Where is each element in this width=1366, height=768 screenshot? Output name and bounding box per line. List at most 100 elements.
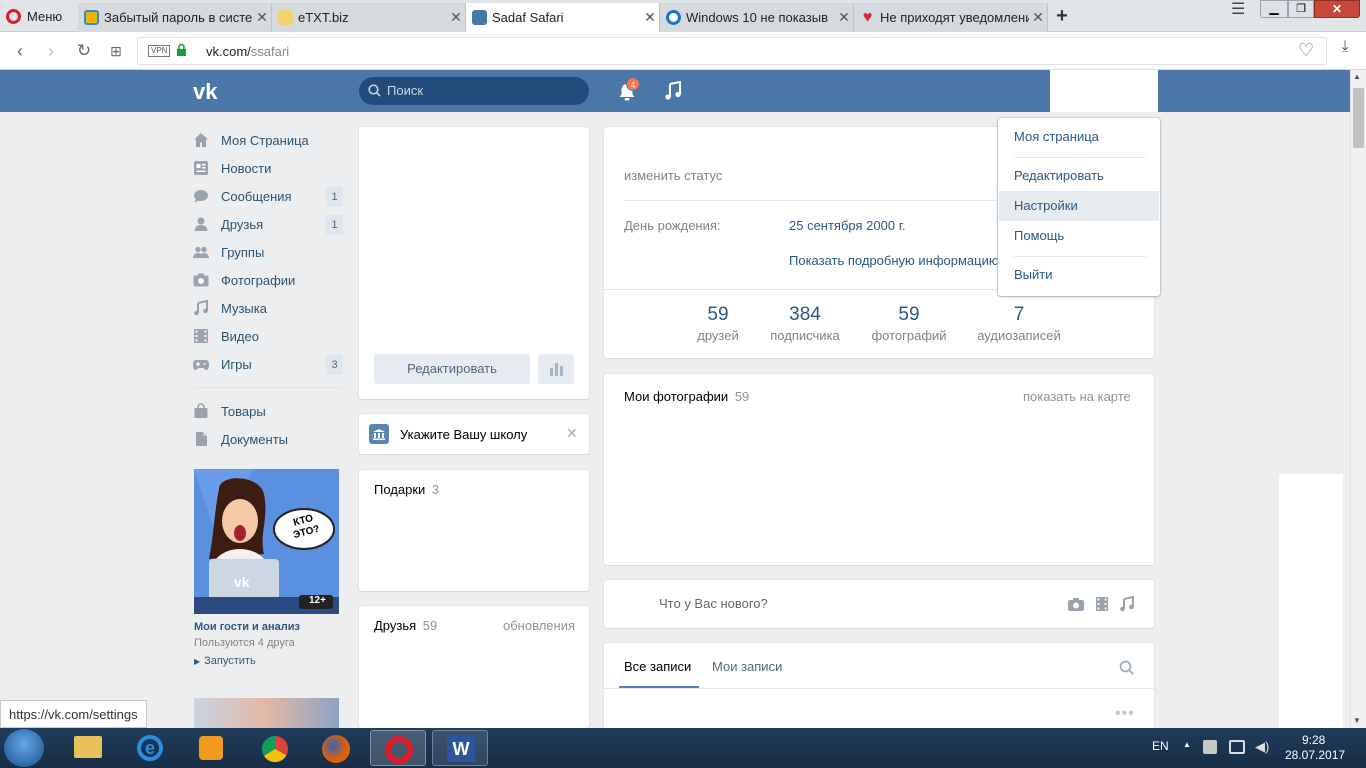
bookmark-heart-icon[interactable]: ♡	[1298, 40, 1314, 61]
page-scrollbar[interactable]: ▲ ▼	[1350, 70, 1366, 730]
attach-audio-icon[interactable]	[1119, 595, 1135, 615]
gifts-card[interactable]: Подарки 3	[359, 470, 589, 591]
attach-photo-icon[interactable]	[1067, 596, 1085, 615]
sidebar-item-goods[interactable]: Товары	[193, 400, 343, 422]
network-icon[interactable]	[1229, 740, 1245, 754]
ad-title[interactable]: Мои гости и анализ	[194, 621, 300, 633]
dropdown-divider	[1014, 256, 1146, 257]
edit-profile-button[interactable]: Редактировать	[374, 354, 530, 384]
download-icon[interactable]: ⤓	[1336, 38, 1354, 58]
sidebar-item-label: Моя Страница	[221, 132, 309, 148]
tab-my-posts[interactable]: Мои записи	[712, 659, 782, 674]
word-taskbar-icon[interactable]: W	[432, 730, 488, 766]
close-tab-icon[interactable]: ✕	[1029, 9, 1047, 26]
stat-audio[interactable]: 7 аудиозаписей	[971, 304, 1067, 343]
photos-header[interactable]: Мои фотографии 59	[624, 389, 749, 404]
ad-launch-link[interactable]: ▶ Запустить	[194, 655, 256, 667]
clock-date[interactable]: 28.07.2017	[1285, 748, 1345, 762]
scroll-down-arrow-icon[interactable]: ▼	[1353, 716, 1361, 725]
site-favicon-icon	[666, 10, 681, 25]
chrome-taskbar-icon[interactable]	[247, 730, 303, 766]
forward-icon[interactable]: ›	[40, 40, 62, 62]
status-placeholder[interactable]: изменить статус	[624, 168, 722, 183]
opera-taskbar-icon[interactable]	[370, 730, 426, 766]
new-tab-plus-icon[interactable]: +	[1052, 4, 1072, 28]
vpn-badge[interactable]: VPN	[148, 45, 171, 57]
scroll-thumb[interactable]	[1353, 88, 1364, 148]
action-center-flag-icon[interactable]	[1203, 740, 1217, 754]
sidebar-item-my-page[interactable]: Моя Страница	[193, 129, 343, 151]
windows-taskbar: e W EN ▲ ◀) 9:28 28.07.2017	[0, 728, 1366, 768]
stat-friends[interactable]: 59 друзей	[688, 304, 748, 343]
stats-button[interactable]	[538, 354, 574, 384]
speed-dial-icon[interactable]: ⊞	[105, 40, 127, 62]
school-prompt-card[interactable]: Укажите Вашу школу ✕	[359, 414, 589, 454]
tab-menu-icon[interactable]: ☰	[1231, 2, 1247, 18]
search-input[interactable]: Поиск	[359, 77, 589, 105]
ad-banner-image[interactable]: vk КТО ЭТО? 12+	[194, 469, 339, 614]
stat-followers[interactable]: 384 подписчика	[764, 304, 846, 343]
back-icon[interactable]: ‹	[9, 40, 31, 62]
attach-video-icon[interactable]	[1095, 596, 1109, 615]
second-ad-image[interactable]	[194, 698, 339, 728]
browser-tab-active[interactable]: Sadaf Safari ✕	[466, 3, 660, 32]
friends-block-label[interactable]: Друзья 59	[374, 618, 437, 633]
dropdown-item-edit[interactable]: Редактировать	[999, 161, 1159, 191]
sidebar-item-groups[interactable]: Группы	[193, 241, 343, 263]
profile-menu-trigger[interactable]	[1050, 70, 1158, 112]
close-window-icon[interactable]: ✕	[1314, 0, 1360, 18]
dropdown-item-help[interactable]: Помощь	[999, 221, 1159, 251]
close-prompt-icon[interactable]: ✕	[566, 425, 578, 442]
media-player-taskbar-icon[interactable]	[183, 730, 239, 766]
firefox-taskbar-icon[interactable]	[308, 730, 364, 766]
sidebar-item-messages[interactable]: Сообщения 1	[193, 185, 343, 207]
music-player-icon[interactable]	[664, 80, 682, 101]
reload-icon[interactable]: ↻	[73, 40, 95, 62]
dropdown-item-logout[interactable]: Выйти	[999, 260, 1159, 290]
show-more-info-link[interactable]: Показать подробную информацию	[789, 253, 999, 268]
explorer-taskbar-icon[interactable]	[60, 730, 116, 766]
dropdown-item-my-page[interactable]: Моя страница	[999, 122, 1159, 152]
sidebar-item-photos[interactable]: Фотографии	[193, 269, 343, 291]
vk-logo-icon[interactable]: vk	[193, 79, 229, 104]
sidebar-item-documents[interactable]: Документы	[193, 428, 343, 450]
url-field[interactable]: VPN vk.com/ssafari ♡	[137, 37, 1327, 65]
sidebar-item-video[interactable]: Видео	[193, 325, 343, 347]
wall-search-icon[interactable]	[1119, 660, 1135, 679]
opera-menu-button[interactable]: Меню	[6, 6, 62, 26]
scroll-up-arrow-icon[interactable]: ▲	[1353, 72, 1361, 81]
close-tab-icon[interactable]: ✕	[253, 9, 271, 26]
close-tab-icon[interactable]: ✕	[641, 9, 659, 26]
volume-icon[interactable]: ◀)	[1255, 739, 1269, 755]
minimize-icon[interactable]: ▁	[1260, 0, 1288, 18]
post-more-actions-icon[interactable]: •••	[1115, 706, 1135, 722]
dropdown-item-settings[interactable]: Настройки	[999, 191, 1159, 221]
address-bar-row: ‹ › ↻ ⊞ VPN vk.com/ssafari ♡ ⤓	[0, 32, 1366, 70]
close-tab-icon[interactable]: ✕	[447, 9, 465, 26]
browser-tab[interactable]: Windows 10 не показыв ✕	[660, 3, 854, 32]
sidebar-item-news[interactable]: Новости	[193, 157, 343, 179]
browser-tab[interactable]: eTXT.biz ✕	[272, 3, 466, 32]
show-on-map-link[interactable]: показать на карте	[1023, 389, 1131, 404]
stat-label: подписчика	[770, 328, 840, 343]
sidebar-item-music[interactable]: Музыка	[193, 297, 343, 319]
maximize-icon[interactable]: ❐	[1288, 0, 1314, 18]
browser-tab[interactable]: ♥ Не приходят уведомлени ✕	[854, 3, 1048, 32]
tab-all-posts[interactable]: Все записи	[624, 659, 691, 674]
friends-updates-link[interactable]: обновления	[503, 618, 575, 633]
avatar-image[interactable]	[374, 142, 574, 342]
internet-explorer-taskbar-icon[interactable]: e	[122, 730, 178, 766]
sidebar-item-games[interactable]: Игры 3	[193, 353, 343, 375]
stat-photos[interactable]: 59 фотографий	[866, 304, 952, 343]
notifications-bell-icon[interactable]: 4	[617, 77, 640, 103]
new-post-card: Что у Вас нового?	[604, 580, 1154, 628]
post-input-placeholder[interactable]: Что у Вас нового?	[659, 596, 768, 611]
close-tab-icon[interactable]: ✕	[835, 9, 853, 26]
sidebar-item-friends[interactable]: Друзья 1	[193, 213, 343, 235]
start-button-icon[interactable]	[4, 729, 44, 767]
birthday-value[interactable]: 25 сентября 2000 г.	[789, 218, 905, 233]
browser-tab[interactable]: Забытый пароль в систе ✕	[78, 3, 272, 32]
tray-expand-icon[interactable]: ▲	[1183, 740, 1191, 749]
language-indicator[interactable]: EN	[1152, 739, 1169, 753]
clock-time[interactable]: 9:28	[1302, 733, 1325, 747]
